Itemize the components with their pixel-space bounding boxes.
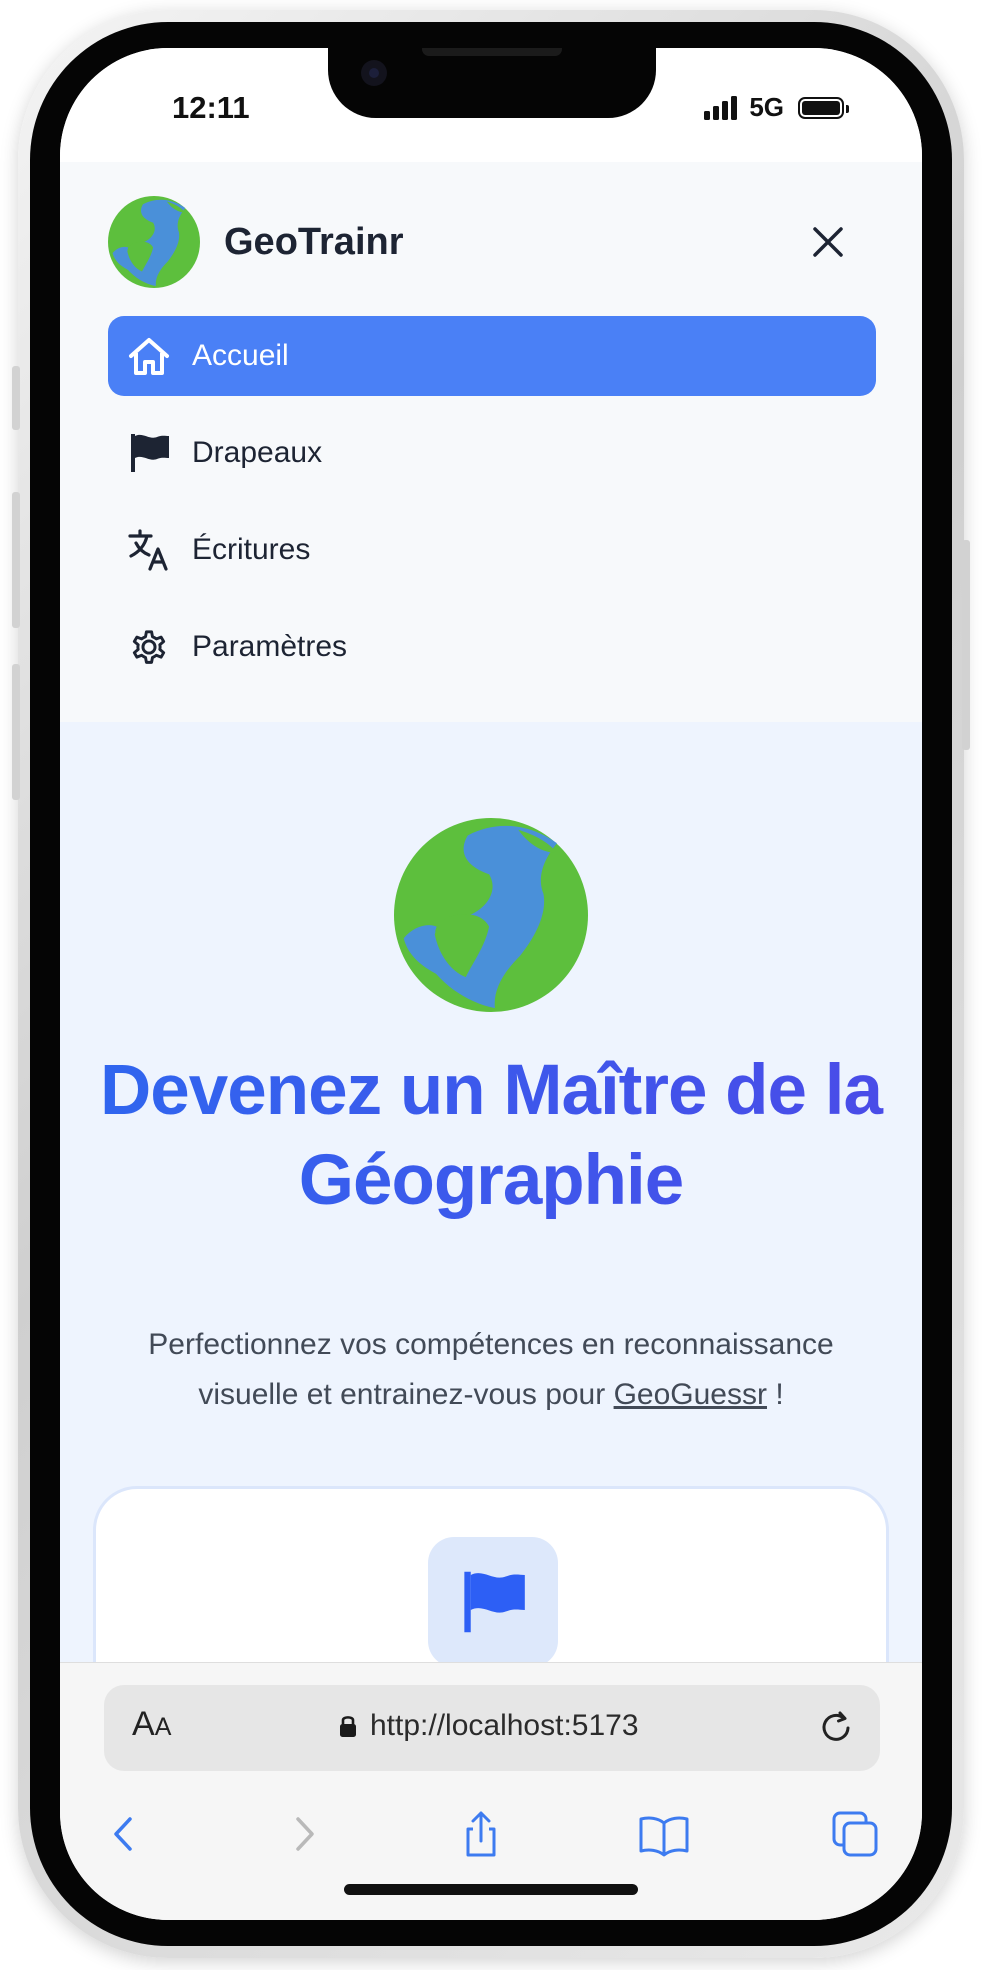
nav-item-parametres[interactable]: Paramètres bbox=[108, 607, 876, 687]
navigation-drawer: GeoTrainr Accueil Drapeaux Écritures Par… bbox=[60, 162, 922, 722]
side-button bbox=[962, 540, 970, 750]
hero-section: Devenez un Maître de la Géographie Perfe… bbox=[60, 722, 922, 1886]
lock-icon bbox=[340, 1716, 356, 1737]
phone-screen: 12:11 5G GeoTrainr Accueil Drapeaux Écri… bbox=[60, 48, 922, 1920]
close-icon bbox=[813, 227, 843, 257]
url-display: http://localhost:5173 bbox=[338, 1709, 639, 1743]
text-size-big: A bbox=[132, 1705, 155, 1743]
speaker-grille bbox=[422, 48, 562, 56]
side-button bbox=[12, 492, 20, 628]
close-menu-button[interactable] bbox=[802, 216, 854, 268]
cellular-signal-icon bbox=[704, 95, 738, 120]
flag-icon bbox=[126, 430, 172, 476]
back-icon[interactable] bbox=[100, 1809, 150, 1859]
network-type: 5G bbox=[749, 92, 784, 122]
geoguessr-link[interactable]: GeoGuessr bbox=[614, 1378, 767, 1411]
share-icon[interactable] bbox=[456, 1809, 506, 1859]
translate-icon bbox=[126, 527, 172, 573]
brand[interactable]: GeoTrainr bbox=[108, 196, 404, 288]
hero-subtitle: Perfectionnez vos compétences en reconna… bbox=[100, 1320, 882, 1420]
reload-icon[interactable] bbox=[816, 1707, 856, 1747]
notch bbox=[328, 48, 656, 118]
nav-item-drapeaux[interactable]: Drapeaux bbox=[108, 413, 876, 493]
side-button bbox=[12, 366, 20, 430]
hero-title: Devenez un Maître de la Géographie bbox=[80, 1046, 902, 1226]
url-text: http://localhost:5173 bbox=[370, 1709, 639, 1742]
flag-icon bbox=[464, 1571, 525, 1633]
nav-item-accueil[interactable]: Accueil bbox=[108, 316, 876, 396]
gear-icon bbox=[126, 624, 172, 670]
feature-icon-box bbox=[428, 1537, 558, 1667]
battery-icon bbox=[798, 96, 849, 119]
forward-icon[interactable] bbox=[278, 1809, 328, 1859]
status-indicators: 5G bbox=[704, 92, 849, 123]
globe-logo-icon bbox=[108, 196, 200, 288]
battery-level bbox=[802, 100, 840, 115]
text-size-small: A bbox=[154, 1713, 172, 1741]
tabs-icon[interactable] bbox=[830, 1809, 880, 1859]
status-time: 12:11 bbox=[172, 90, 250, 125]
nav-label: Écritures bbox=[192, 533, 311, 566]
nav-label: Accueil bbox=[192, 339, 289, 372]
front-camera bbox=[361, 60, 387, 86]
globe-icon bbox=[394, 818, 588, 1012]
nav-label: Drapeaux bbox=[192, 436, 323, 469]
side-button bbox=[12, 664, 20, 800]
browser-toolbar: AA http://localhost:5173 bbox=[60, 1662, 922, 1920]
brand-name: GeoTrainr bbox=[224, 220, 404, 263]
home-indicator bbox=[344, 1884, 638, 1895]
nav-item-ecritures[interactable]: Écritures bbox=[108, 510, 876, 590]
nav-label: Paramètres bbox=[192, 630, 348, 663]
nav-list: Accueil Drapeaux Écritures Paramètres bbox=[108, 316, 876, 704]
hero-subtitle-end: ! bbox=[766, 1378, 784, 1411]
address-bar[interactable]: AA http://localhost:5173 bbox=[104, 1685, 880, 1771]
home-icon bbox=[126, 333, 172, 379]
text-size-button[interactable]: AA bbox=[132, 1705, 171, 1744]
bookmarks-icon[interactable] bbox=[638, 1809, 690, 1859]
